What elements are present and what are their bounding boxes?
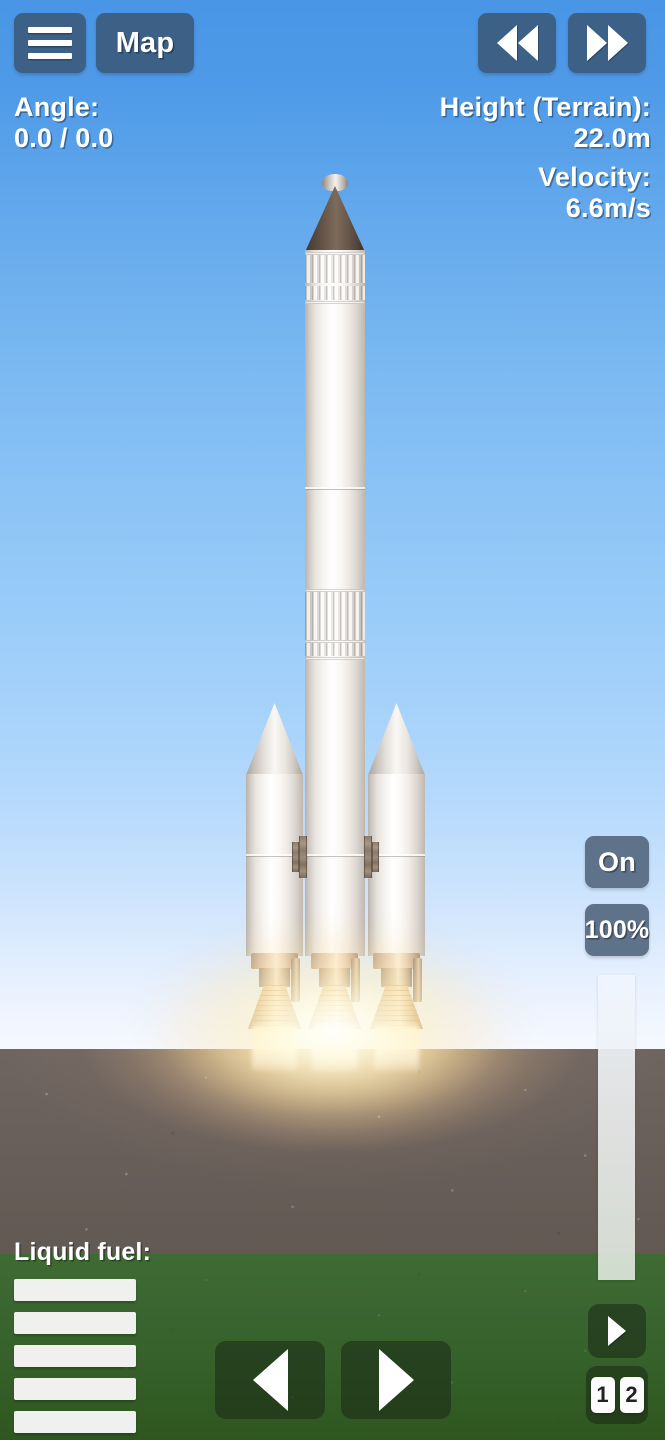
fuel-bar-list: [14, 1279, 214, 1433]
ground-texture: [0, 1049, 665, 1254]
fuel-bar: [14, 1279, 136, 1301]
throttle-slider[interactable]: [598, 975, 635, 1280]
tank-rib-cap-upper-1: [305, 252, 365, 255]
time-rewind-button[interactable]: [478, 13, 556, 73]
stage-chip[interactable]: 2: [619, 1377, 644, 1413]
play-triangle-icon: [608, 1316, 626, 1346]
stage-chip[interactable]: 1: [590, 1377, 615, 1413]
engine-power-toggle[interactable]: On: [585, 836, 649, 888]
menu-button[interactable]: [14, 13, 86, 73]
fuel-bar: [14, 1312, 136, 1334]
time-fastforward-button[interactable]: [568, 13, 646, 73]
fuel-gauge: Liquid fuel:: [14, 1238, 214, 1440]
decoupler-left-arm: [292, 842, 299, 872]
decoupler-right-arm: [372, 842, 379, 872]
tank-rib-band-lower-2: [305, 643, 365, 656]
rotate-right-icon: [378, 1349, 414, 1411]
fuel-bar: [14, 1378, 136, 1400]
game-viewport: Map Angle: 0.0 / 0.0 Height (Terrain): 2…: [0, 0, 665, 1440]
fuel-bar: [14, 1345, 136, 1367]
rotate-right-button[interactable]: [341, 1341, 451, 1419]
throttle-percent-label: 100%: [584, 915, 650, 944]
height-label: Height (Terrain):: [439, 92, 651, 122]
rotate-left-button[interactable]: [215, 1341, 325, 1419]
tank-rib-cap-lower-3: [305, 657, 365, 660]
engine-power-label: On: [598, 846, 636, 877]
tank-seam-1: [305, 487, 365, 489]
tank-rib-cap-upper-2: [305, 301, 365, 304]
engine-left-plume: [252, 1025, 297, 1071]
flight-readout: Height (Terrain): 22.0m Velocity: 6.6m/s: [440, 92, 651, 232]
stage-button[interactable]: [588, 1304, 646, 1358]
nose-cone: [305, 186, 365, 252]
engine-center-strut: [351, 958, 360, 1002]
angle-label: Angle:: [14, 92, 100, 122]
tank-rib-band-upper-2: [305, 286, 365, 300]
tank-rib-band-lower: [305, 592, 365, 640]
engine-center-plume: [312, 1025, 357, 1071]
engine-left-strut: [291, 958, 300, 1002]
angle-readout: Angle: 0.0 / 0.0: [14, 92, 113, 154]
fast-forward-icon: [586, 25, 628, 61]
engine-center-body: [319, 968, 350, 987]
booster-left-nose-cone: [246, 703, 303, 775]
height-readout: Height (Terrain): 22.0m: [440, 92, 651, 154]
height-value: 22.0m: [573, 123, 651, 153]
engine-left-body: [259, 968, 290, 987]
engine-right-body: [381, 968, 412, 987]
fuel-title: Liquid fuel:: [14, 1238, 152, 1266]
rotate-left-icon: [252, 1349, 288, 1411]
engine-right-strut: [413, 958, 422, 1002]
engine-right-plume: [374, 1025, 419, 1071]
velocity-value: 6.6m/s: [565, 193, 651, 223]
hamburger-menu-icon: [28, 27, 72, 59]
stage-list[interactable]: 1 2: [586, 1366, 648, 1424]
velocity-readout: Velocity: 6.6m/s: [440, 162, 651, 224]
fuel-bar: [14, 1411, 136, 1433]
tank-rib-band-upper: [305, 255, 365, 283]
booster-right-nose-cone: [368, 703, 425, 775]
map-button[interactable]: Map: [96, 13, 194, 73]
rewind-icon: [496, 25, 538, 61]
angle-value: 0.0 / 0.0: [14, 123, 114, 153]
decoupler-right: [364, 836, 372, 878]
velocity-label: Velocity:: [538, 162, 651, 192]
decoupler-left: [299, 836, 307, 878]
map-button-label: Map: [115, 26, 175, 59]
throttle-percent-button[interactable]: 100%: [585, 904, 649, 956]
terrain-ground: [0, 1049, 665, 1254]
tank-seam-2: [305, 854, 365, 856]
